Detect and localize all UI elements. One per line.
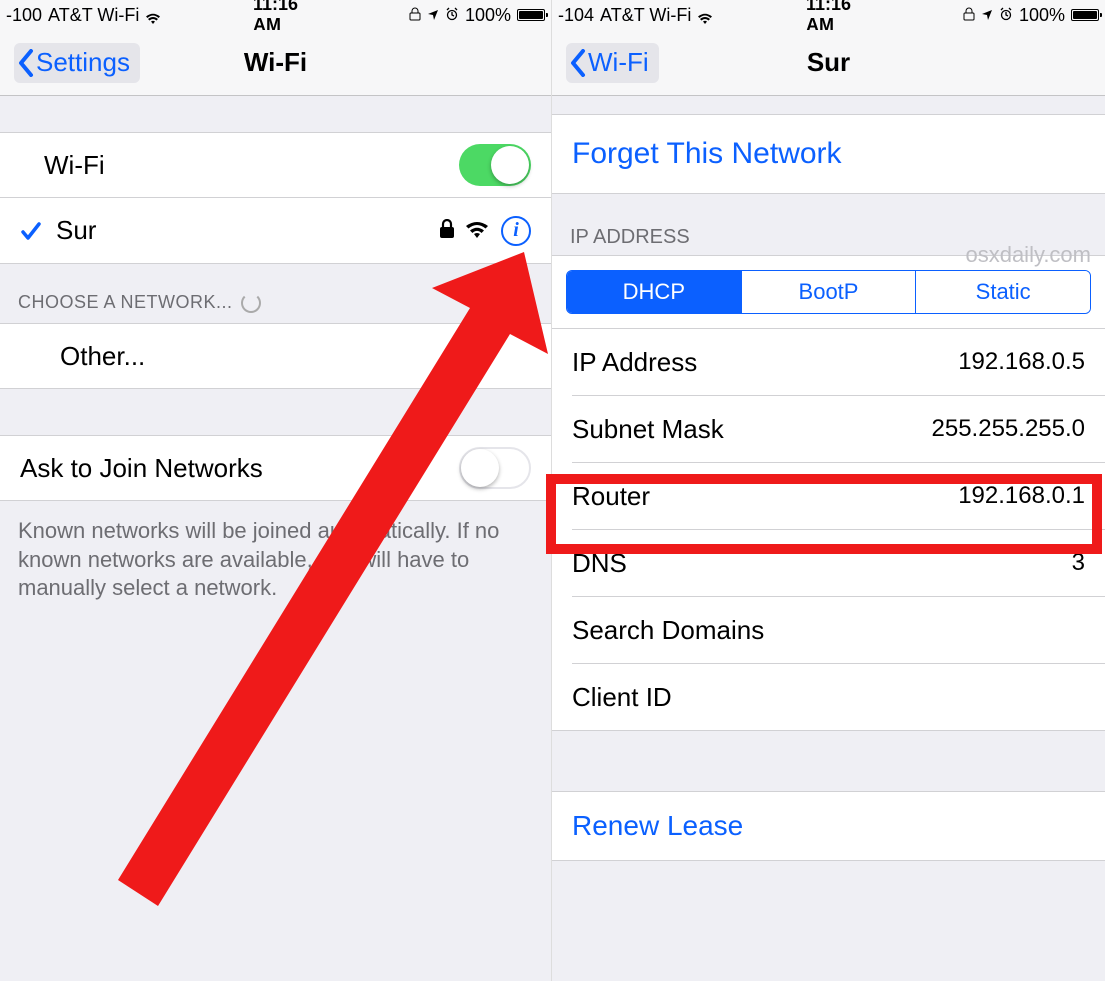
nav-bar: Settings Wi-Fi — [0, 30, 551, 96]
other-network-row[interactable]: Other... — [0, 323, 551, 389]
segment-static[interactable]: Static — [915, 271, 1090, 313]
renew-lease-label: Renew Lease — [572, 810, 1085, 842]
router-row: Router 192.168.0.1 — [552, 463, 1105, 529]
wifi-settings-screen: -100 AT&T Wi-Fi 11:16 AM 100% — [0, 0, 552, 981]
wifi-icon — [697, 9, 713, 21]
battery-icon — [1071, 9, 1099, 21]
segment-dhcp[interactable]: DHCP — [567, 271, 741, 313]
alarm-icon — [445, 5, 459, 26]
client-id-label: Client ID — [572, 682, 1085, 713]
search-domains-label: Search Domains — [572, 615, 1085, 646]
dns-value: 3 — [1072, 549, 1085, 577]
ask-to-join-label: Ask to Join Networks — [20, 453, 459, 484]
search-domains-row[interactable]: Search Domains — [552, 597, 1105, 663]
ask-to-join-footer: Known networks will be joined automatica… — [0, 501, 551, 619]
lock-icon — [439, 215, 465, 246]
subnet-mask-label: Subnet Mask — [572, 414, 932, 445]
current-network-row[interactable]: Sur i — [0, 198, 551, 264]
battery-percent: 100% — [1019, 5, 1065, 26]
location-icon — [427, 5, 439, 26]
carrier-label: AT&T Wi-Fi — [48, 5, 139, 26]
network-name: Sur — [56, 215, 439, 246]
status-bar: -100 AT&T Wi-Fi 11:16 AM 100% — [0, 0, 551, 30]
forget-network-label: Forget This Network — [572, 137, 1085, 171]
dns-row[interactable]: DNS 3 — [552, 530, 1105, 596]
router-value: 192.168.0.1 — [958, 482, 1085, 510]
subnet-mask-value: 255.255.255.0 — [932, 415, 1085, 443]
client-id-row[interactable]: Client ID — [552, 664, 1105, 730]
ask-to-join-row: Ask to Join Networks — [0, 435, 551, 501]
lock-icon — [963, 5, 975, 26]
nav-title: Sur — [552, 47, 1105, 78]
ip-address-row: IP Address 192.168.0.5 — [552, 329, 1105, 395]
wifi-toggle[interactable] — [459, 144, 531, 186]
spinner-icon — [241, 293, 261, 313]
wifi-toggle-label: Wi-Fi — [20, 150, 459, 181]
nav-title: Wi-Fi — [0, 47, 551, 78]
router-label: Router — [572, 481, 958, 512]
subnet-mask-row: Subnet Mask 255.255.255.0 — [552, 396, 1105, 462]
lock-icon — [409, 5, 421, 26]
choose-network-label: CHOOSE A NETWORK... — [18, 292, 233, 313]
ip-address-label: IP Address — [572, 347, 958, 378]
battery-icon — [517, 9, 545, 21]
choose-network-header: CHOOSE A NETWORK... — [0, 264, 551, 323]
battery-percent: 100% — [465, 5, 511, 26]
nav-bar: Wi-Fi Sur — [552, 30, 1105, 96]
other-label: Other... — [20, 341, 531, 372]
status-bar: -104 AT&T Wi-Fi 11:16 AM 100% — [552, 0, 1105, 30]
network-details-screen: -104 AT&T Wi-Fi 11:16 AM 100% — [552, 0, 1105, 981]
ask-to-join-toggle[interactable] — [459, 447, 531, 489]
ip-address-header: IP ADDRESS — [570, 226, 690, 249]
wifi-icon — [145, 9, 161, 21]
watermark-text: osxdaily.com — [965, 242, 1091, 268]
segment-bootp[interactable]: BootP — [741, 271, 916, 313]
dns-label: DNS — [572, 548, 1072, 579]
alarm-icon — [999, 5, 1013, 26]
signal-strength: -104 — [558, 5, 594, 26]
ip-config-segment[interactable]: DHCP BootP Static — [566, 270, 1091, 314]
renew-lease-button[interactable]: Renew Lease — [552, 791, 1105, 861]
ip-address-value: 192.168.0.5 — [958, 348, 1085, 376]
wifi-icon — [465, 215, 501, 246]
checkmark-icon — [20, 220, 42, 242]
info-button[interactable]: i — [501, 216, 531, 246]
signal-strength: -100 — [6, 5, 42, 26]
wifi-toggle-row: Wi-Fi — [0, 132, 551, 198]
ip-details-list: IP Address 192.168.0.5 Subnet Mask 255.2… — [552, 328, 1105, 731]
forget-network-button[interactable]: Forget This Network — [552, 114, 1105, 194]
carrier-label: AT&T Wi-Fi — [600, 5, 691, 26]
location-icon — [981, 5, 993, 26]
